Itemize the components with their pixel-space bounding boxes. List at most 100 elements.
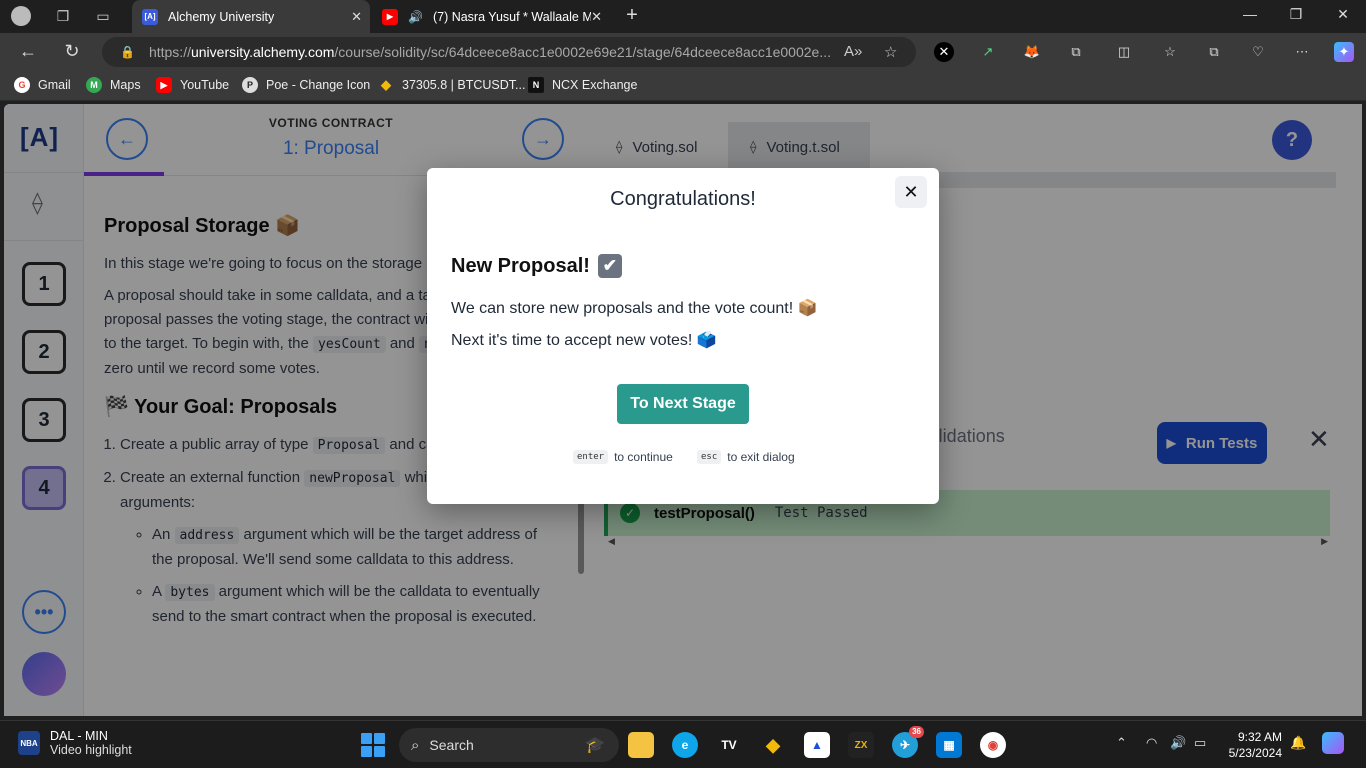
copilot-icon[interactable]: ✦ [1334, 42, 1354, 62]
close-window-icon[interactable]: ✕ [1333, 6, 1353, 23]
notification-badge: 36 [909, 726, 924, 738]
tab-title: (7) Nasra Yusuf * Wallaale M [432, 9, 591, 24]
bookmark-maps[interactable]: M Maps [86, 77, 141, 93]
browser-essentials-icon[interactable]: ♡ [1248, 42, 1268, 62]
bookmark-btcusdt[interactable]: ◆ 37305.8 | BTCUSDT... [378, 77, 525, 93]
app-icon[interactable]: ZX [848, 732, 874, 758]
alchemy-favicon-icon: [A] [142, 8, 158, 25]
metamask-icon[interactable]: 🦊 [1022, 42, 1042, 62]
windows-taskbar: NBA DAL - MIN Video highlight ⌕ Search 🎓… [0, 720, 1366, 768]
youtube-favicon-icon: ▶ [382, 8, 398, 25]
enter-hint: enter to continue [573, 450, 673, 464]
battery-icon[interactable]: ▭ [1194, 735, 1206, 751]
tab-actions-icon[interactable]: ▭ [90, 4, 116, 28]
widget-text: DAL - MIN Video highlight [50, 729, 132, 757]
maps-icon: M [86, 77, 102, 93]
binance-icon: ◆ [381, 77, 391, 92]
widget-title: DAL - MIN [50, 729, 108, 743]
url-path: /course/solidity/sc/64dceece8acc1e0002e6… [334, 44, 831, 60]
settings-more-icon[interactable]: ⋯ [1292, 42, 1312, 62]
bookmark-poe[interactable]: P Poe - Change Icon [242, 77, 370, 93]
wifi-icon[interactable]: ◠ [1146, 735, 1157, 751]
favorite-star-icon[interactable]: ☆ [884, 43, 897, 61]
bookmark-label: Maps [110, 78, 141, 92]
favorites-icon[interactable]: ☆ [1160, 42, 1180, 62]
profile-icon[interactable] [8, 4, 34, 28]
edge-icon[interactable]: e [672, 732, 698, 758]
tab-alchemy-university[interactable]: [A] Alchemy University ✕ [132, 0, 370, 33]
speaker-icon[interactable]: 🔊 [408, 10, 423, 24]
search-label: Search [429, 737, 474, 753]
new-tab-button[interactable]: + [620, 4, 644, 27]
dialog-heading: New Proposal! ✔ [451, 254, 622, 278]
hint-text: to continue [614, 450, 673, 464]
bookmark-youtube[interactable]: ▶ YouTube [156, 77, 229, 93]
enter-key: enter [573, 450, 609, 464]
taskbar-search[interactable]: ⌕ Search 🎓 [399, 728, 619, 762]
url-host: university.alchemy.com [190, 44, 335, 60]
ncx-icon: N [528, 77, 544, 93]
news-widget[interactable]: NBA DAL - MIN Video highlight [18, 729, 132, 757]
notification-bell-icon[interactable]: 🔔 [1290, 735, 1306, 751]
split-screen-icon[interactable]: ◫ [1114, 42, 1134, 62]
bookmark-gmail[interactable]: G Gmail [14, 77, 71, 93]
youtube-icon: ▶ [156, 77, 172, 93]
bookmark-label: NCX Exchange [552, 78, 638, 92]
refresh-icon[interactable]: ↻ [60, 41, 84, 62]
chart-extension-icon[interactable]: ↗ [978, 42, 998, 62]
dialog-message: Next it's time to accept new votes! 🗳️ [451, 332, 717, 349]
congratulations-dialog: Congratulations! ✕ New Proposal! ✔ We ca… [427, 168, 939, 504]
nba-icon: NBA [18, 731, 40, 755]
hint-text: to exit dialog [727, 450, 795, 464]
lock-icon: 🔒 [120, 45, 135, 59]
search-icon: ⌕ [411, 736, 420, 754]
tab-youtube[interactable]: ▶ 🔊 (7) Nasra Yusuf * Wallaale M ✕ [372, 0, 610, 33]
check-mark-icon: ✔ [597, 254, 622, 278]
photos-icon[interactable]: ▲ [804, 732, 830, 758]
clock-date: 5/23/2024 [1228, 746, 1282, 760]
tab-close-icon[interactable]: ✕ [591, 9, 602, 25]
system-clock[interactable]: 9:32 AM 5/23/2024 [1222, 729, 1282, 761]
google-icon: G [14, 77, 30, 93]
bookmark-ncx[interactable]: N NCX Exchange [528, 77, 637, 93]
widget-subtitle: Video highlight [50, 743, 132, 757]
address-bar-row: ← ↻ 🔒 https:// university.alchemy.com /c… [0, 33, 1366, 71]
chrome-icon[interactable]: ◉ [980, 732, 1006, 758]
back-icon[interactable]: ← [16, 41, 40, 62]
bookmark-label: YouTube [180, 78, 230, 92]
extensions-icon[interactable]: ⧉ [1066, 42, 1086, 62]
browser-tab-bar: ❐ ▭ [A] Alchemy University ✕ ▶ 🔊 (7) Nas… [0, 0, 1366, 33]
show-hidden-icons-chevron-icon[interactable]: ⌃ [1116, 735, 1127, 751]
read-aloud-icon[interactable]: A» [844, 43, 862, 60]
bookmark-label: Poe - Change Icon [266, 78, 371, 92]
bookmarks-bar: G Gmail M Maps ▶ YouTube P Poe - Change Icon… [0, 71, 1366, 101]
file-explorer-icon[interactable] [628, 732, 654, 758]
esc-key: esc [697, 450, 722, 464]
copilot-taskbar-icon[interactable] [1322, 732, 1344, 754]
binance-icon[interactable]: ◆ [760, 732, 786, 758]
dialog-heading-text: New Proposal! [451, 254, 590, 277]
url-scheme: https:// [148, 44, 191, 60]
store-icon[interactable]: ▦ [936, 732, 962, 758]
bookmark-label: 37305.8 | BTCUSDT... [402, 78, 526, 92]
tradingview-icon[interactable]: TV [716, 732, 742, 758]
minimize-icon[interactable]: — [1240, 6, 1260, 22]
esc-hint: esc to exit dialog [697, 450, 795, 464]
close-dialog-icon[interactable]: ✕ [895, 176, 927, 208]
restore-icon[interactable]: ❐ [1286, 6, 1306, 23]
workspaces-icon[interactable]: ❐ [50, 4, 76, 28]
tab-close-icon[interactable]: ✕ [351, 9, 362, 25]
dialog-message: We can store new proposals and the vote … [451, 300, 818, 317]
bookmark-label: Gmail [38, 78, 71, 92]
collections-icon[interactable]: ⧉ [1204, 42, 1224, 62]
telegram-icon[interactable]: ✈ 36 [892, 726, 924, 758]
start-menu-icon[interactable] [361, 733, 385, 757]
next-stage-button[interactable]: To Next Stage [617, 384, 749, 424]
graduation-icon: 🎓 [585, 737, 605, 754]
clock-time: 9:32 AM [1237, 730, 1282, 744]
volume-icon[interactable]: 🔊 [1170, 735, 1186, 751]
url-input[interactable]: 🔒 https:// university.alchemy.com /cours… [102, 37, 916, 67]
x-extension-icon[interactable]: ✕ [934, 42, 954, 62]
dialog-title: Congratulations! [610, 188, 756, 210]
poe-icon: P [242, 77, 258, 93]
